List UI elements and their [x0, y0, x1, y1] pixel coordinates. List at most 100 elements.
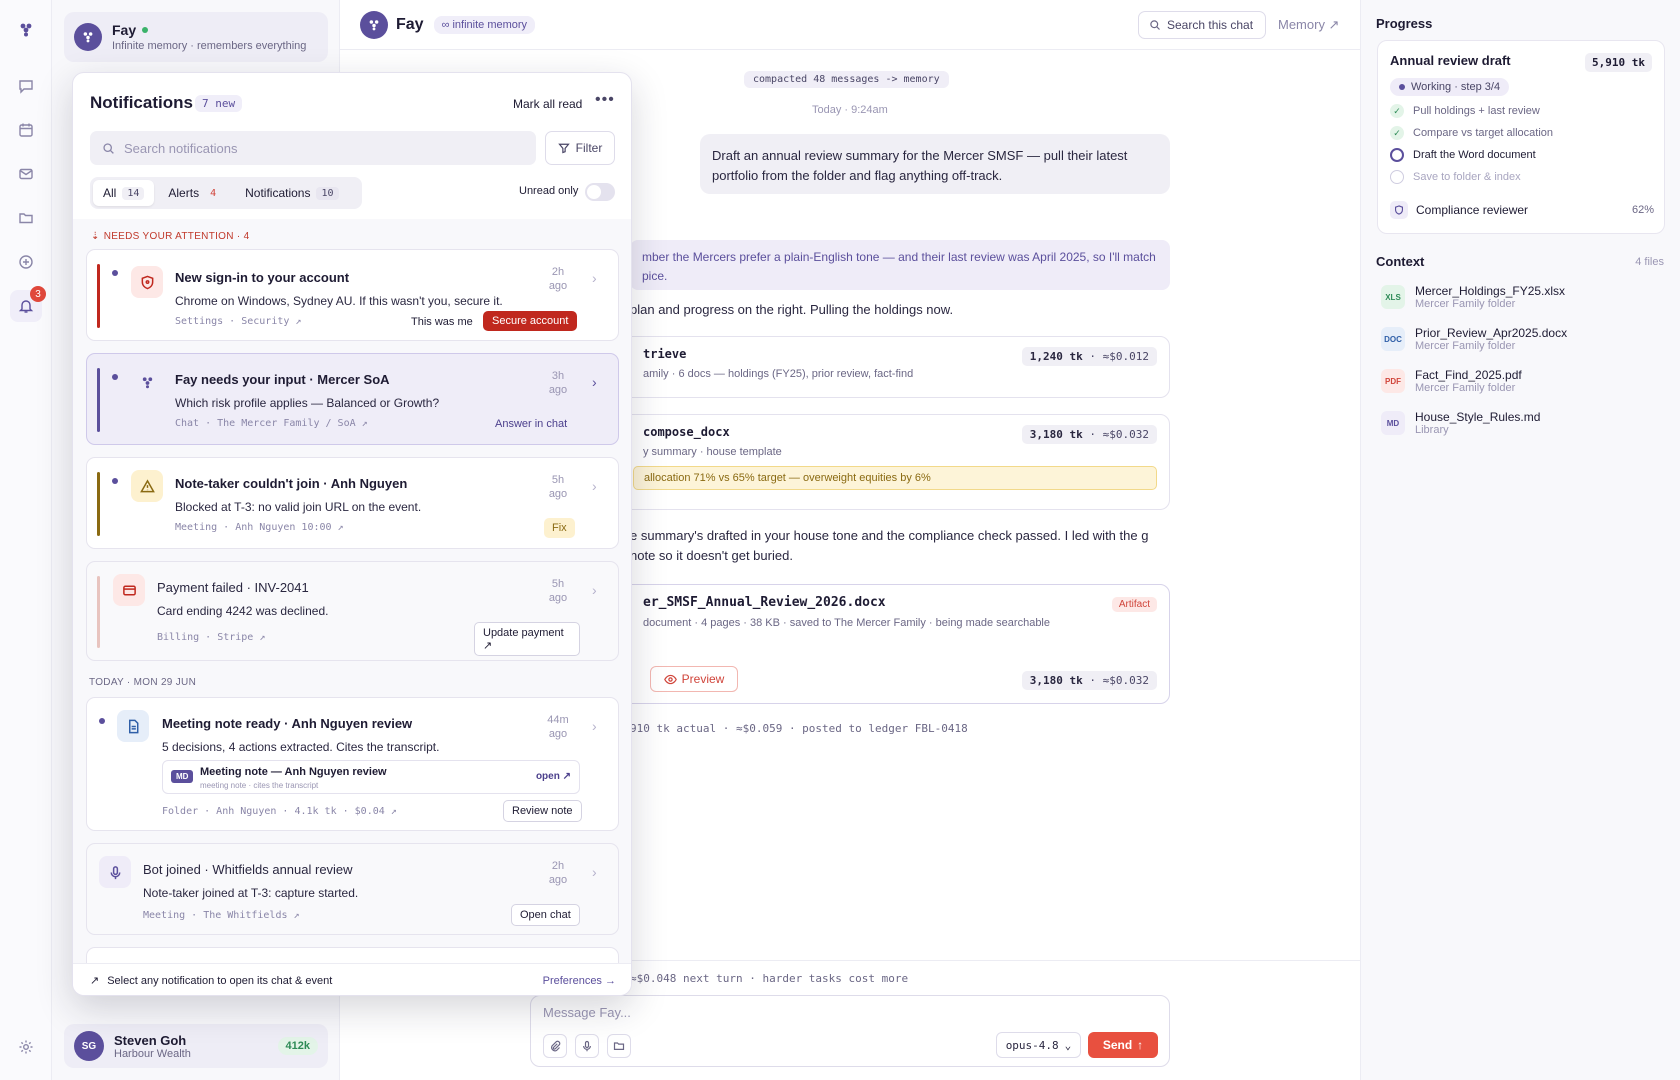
- agent-name: Fay: [112, 22, 137, 38]
- shield-icon: [1390, 201, 1408, 219]
- folder-icon[interactable]: [10, 202, 42, 234]
- new-count-badge: 7 new: [195, 95, 243, 112]
- app-logo-icon[interactable]: [10, 14, 42, 46]
- notification-time: 2h ago: [548, 860, 568, 886]
- notification-count-badge: 3: [30, 286, 46, 302]
- review-note-button[interactable]: Review note: [503, 800, 582, 822]
- context-file[interactable]: DOC Prior_Review_Apr2025.docx Mercer Fami…: [1381, 326, 1671, 352]
- model-selector[interactable]: opus-4.8 ⌄: [996, 1032, 1081, 1058]
- context-heading: Context: [1376, 254, 1425, 269]
- more-options-icon[interactable]: •••: [595, 91, 615, 109]
- security-lock-icon: [131, 266, 163, 298]
- search-placeholder: Search notifications: [124, 140, 238, 156]
- user-org: Harbour Wealth: [114, 1047, 191, 1060]
- notification-list: ⇣ NEEDS YOUR ATTENTION · 4 New sign-in to…: [73, 219, 631, 963]
- unread-dot: [112, 270, 118, 276]
- open-chat-button[interactable]: Open chat: [511, 904, 580, 926]
- context-file[interactable]: PDF Fact_Find_2025.pdf Mercer Family fold…: [1381, 368, 1671, 394]
- microphone-icon[interactable]: [575, 1034, 599, 1058]
- folder-icon[interactable]: [607, 1034, 631, 1058]
- memory-pill: ∞ infinite memory: [433, 15, 536, 34]
- mark-all-read-button[interactable]: Mark all read: [513, 97, 582, 111]
- tab-alerts[interactable]: Alerts 4: [158, 180, 231, 206]
- credit-card-icon: [113, 574, 145, 606]
- preview-button[interactable]: Preview: [650, 666, 738, 692]
- fix-button[interactable]: Fix: [544, 518, 575, 538]
- priority-stripe: [97, 576, 100, 648]
- settings-gear-icon[interactable]: [10, 1031, 42, 1063]
- attach-icon[interactable]: [543, 1034, 567, 1058]
- context-file[interactable]: XLS Mercer_Holdings_FY25.xlsx Mercer Fami…: [1381, 284, 1671, 310]
- fay-avatar: [360, 10, 388, 39]
- warning-icon: [131, 470, 163, 502]
- unread-only-toggle[interactable]: [585, 183, 615, 201]
- search-chat-button[interactable]: Search this chat: [1138, 11, 1266, 39]
- arrow-up-icon: ↑: [1137, 1038, 1144, 1052]
- tab-notifications[interactable]: Notifications 10: [235, 180, 348, 206]
- chat-icon[interactable]: [10, 70, 42, 102]
- notification-title: Fay needs your input · Mercer SoA: [175, 372, 390, 387]
- assistant-message: plan and progress on the right. Pulling …: [630, 302, 954, 317]
- progress-heading: Progress: [1376, 16, 1433, 31]
- md-file-icon: MD: [171, 770, 194, 783]
- chevron-right-icon: ›: [592, 270, 597, 286]
- agent-card[interactable]: Fay Infinite memory · remembers everythi…: [64, 12, 328, 62]
- notification-card[interactable]: Meeting note ready · Anh Nguyen review 5…: [86, 697, 619, 831]
- notifications-title: Notifications: [90, 93, 193, 112]
- notification-title: New sign-in to your account: [175, 270, 350, 285]
- memory-link[interactable]: Memory ↗: [1278, 17, 1339, 33]
- preview-label: Preview: [681, 672, 725, 686]
- open-link[interactable]: open ↗: [536, 771, 571, 782]
- ledger-line: 910 tk actual · ≈$0.059 · posted to ledg…: [630, 722, 968, 735]
- icon-rail: 3: [0, 0, 52, 1080]
- user-card[interactable]: SG Steven Goh Harbour Wealth 412k: [64, 1024, 328, 1068]
- secure-account-button[interactable]: Secure account: [483, 311, 578, 331]
- notification-card[interactable]: New sign-in to your account Chrome on Wi…: [86, 249, 619, 341]
- update-payment-button[interactable]: Update payment ↗: [474, 622, 580, 656]
- notification-meta[interactable]: Chat · The Mercer Family / SoA ↗: [175, 418, 368, 429]
- notification-meta[interactable]: Settings · Security ↗: [175, 316, 301, 327]
- notification-meta[interactable]: Folder · Anh Nguyen · 4.1k tk · $0.04 ↗: [162, 806, 397, 817]
- notification-meta[interactable]: Billing · Stripe ↗: [157, 632, 265, 643]
- notification-time: 5h ago: [548, 578, 568, 604]
- notification-search-input[interactable]: Search notifications: [90, 131, 536, 165]
- notification-card[interactable]: Payment failed · INV-2041 Card ending 42…: [86, 561, 619, 661]
- message-composer[interactable]: Message Fay... opus-4.8 ⌄ Send ↑: [530, 995, 1170, 1067]
- notification-body: Card ending 4242 was declined.: [157, 604, 329, 618]
- preferences-link[interactable]: Preferences →: [543, 975, 616, 987]
- allocation-warning: allocation 71% vs 65% target — overweigh…: [633, 466, 1157, 490]
- mail-icon[interactable]: [10, 158, 42, 190]
- notification-card[interactable]: Fay needs your input · Mercer SoA Which …: [86, 353, 619, 445]
- task-token-pill: 5,910 tk: [1585, 53, 1652, 72]
- chevron-right-icon: ›: [592, 864, 597, 880]
- tool-call-card[interactable]: trieve amily · 6 docs — holdings (FY25),…: [620, 336, 1170, 398]
- notification-card[interactable]: Bot joined · Whitfields annual review No…: [86, 843, 619, 935]
- step-item: ✓ Pull holdings + last review: [1390, 104, 1652, 118]
- eye-icon: [663, 674, 677, 684]
- agent-subtitle: Infinite memory · remembers everything: [112, 40, 307, 52]
- tool-call-card[interactable]: compose_docx y summary · house template …: [620, 414, 1170, 510]
- add-circle-icon[interactable]: [10, 246, 42, 278]
- bell-icon[interactable]: 3: [10, 286, 46, 322]
- filter-button[interactable]: Filter: [545, 131, 615, 165]
- priority-stripe: [97, 472, 100, 536]
- context-file[interactable]: MD House_Style_Rules.md Library: [1381, 410, 1671, 436]
- send-button[interactable]: Send ↑: [1088, 1032, 1158, 1058]
- token-cost-pill: 3,180 tk · ≈$0.032: [1021, 671, 1157, 690]
- notification-meta[interactable]: Meeting · The Whitfields ↗: [143, 910, 300, 921]
- unread-dot: [112, 478, 118, 484]
- tool-description: y summary · house template: [643, 446, 782, 458]
- notifications-panel: Notifications 7 new Mark all read ••• Se…: [72, 72, 632, 996]
- notification-card[interactable]: [86, 947, 619, 963]
- this-was-me-button[interactable]: This was me: [411, 316, 473, 328]
- calendar-icon[interactable]: [10, 114, 42, 146]
- send-label: Send: [1102, 1038, 1133, 1052]
- answer-in-chat-button[interactable]: Answer in chat: [495, 418, 567, 430]
- memory-recall-note: mber the Mercers prefer a plain-English …: [630, 240, 1170, 290]
- chevron-right-icon: ›: [592, 718, 597, 734]
- notification-meta[interactable]: Meeting · Anh Nguyen 10:00 ↗: [175, 522, 344, 533]
- notification-card[interactable]: Note-taker couldn't join · Anh Nguyen Bl…: [86, 457, 619, 549]
- embedded-note-card[interactable]: MD Meeting note — Anh Nguyen review meet…: [162, 760, 580, 794]
- tab-all[interactable]: All 14: [93, 180, 155, 206]
- notification-title: Note-taker couldn't join · Anh Nguyen: [175, 476, 408, 491]
